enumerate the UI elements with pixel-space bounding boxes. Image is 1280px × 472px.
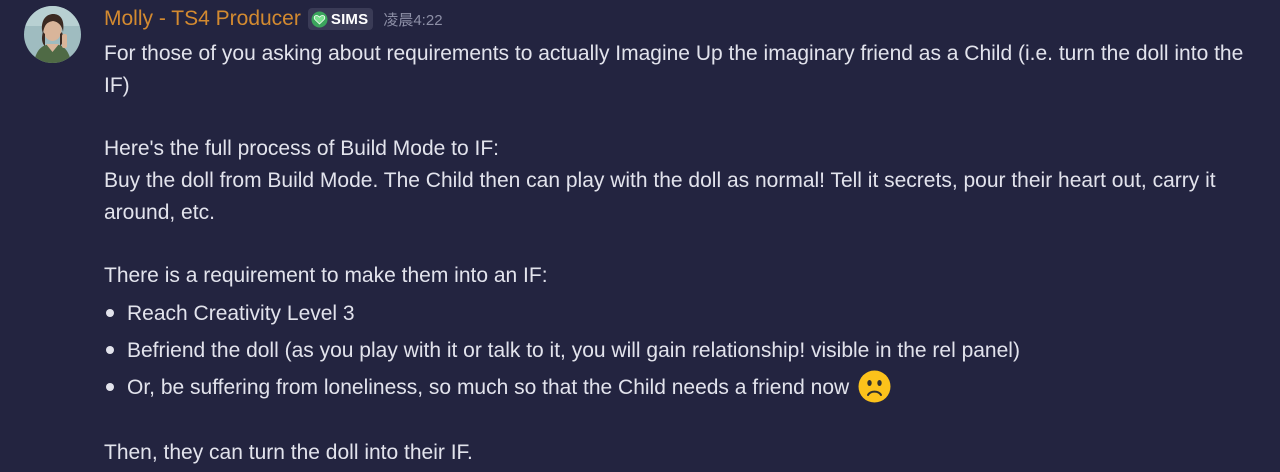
bullet-dot xyxy=(106,346,114,354)
list-item: Befriend the doll (as you play with it o… xyxy=(104,332,1264,369)
list-item: Or, be suffering from loneliness, so muc… xyxy=(104,369,1264,406)
bullet-dot xyxy=(106,383,114,391)
avatar-image xyxy=(24,6,81,63)
slightly-frowning-face-icon[interactable] xyxy=(858,370,891,403)
chat-message: Molly - TS4 Producer SIMS 凌晨4:22 For tho… xyxy=(0,0,1280,472)
paragraph-intro: For those of you asking about requiremen… xyxy=(104,42,1244,97)
avatar[interactable] xyxy=(24,6,81,63)
paragraph-process-heading: Here's the full process of Build Mode to… xyxy=(104,137,500,160)
list-item-text: Or, be suffering from loneliness, so muc… xyxy=(127,376,850,399)
paragraph-requirement: There is a requirement to make them into… xyxy=(104,264,548,287)
list-item-text: Reach Creativity Level 3 xyxy=(127,302,355,325)
message-content: Molly - TS4 Producer SIMS 凌晨4:22 For tho… xyxy=(104,0,1264,469)
list-item-text: Befriend the doll (as you play with it o… xyxy=(127,339,1020,362)
list-item: Reach Creativity Level 3 xyxy=(104,295,1264,332)
message-body: For those of you asking about requiremen… xyxy=(104,38,1264,469)
role-tag-label: SIMS xyxy=(330,10,369,28)
paragraph-process: Buy the doll from Build Mode. The Child … xyxy=(104,169,1216,224)
green-heart-icon xyxy=(311,11,328,27)
timestamp[interactable]: 凌晨4:22 xyxy=(383,9,442,30)
message-header: Molly - TS4 Producer SIMS 凌晨4:22 xyxy=(104,0,1264,38)
paragraph-conclusion: Then, they can turn the doll into their … xyxy=(104,441,473,464)
author-name[interactable]: Molly - TS4 Producer xyxy=(104,0,301,38)
role-tag[interactable]: SIMS xyxy=(307,8,374,30)
bullet-dot xyxy=(106,309,114,317)
requirements-list: Reach Creativity Level 3 Befriend the do… xyxy=(104,295,1264,406)
